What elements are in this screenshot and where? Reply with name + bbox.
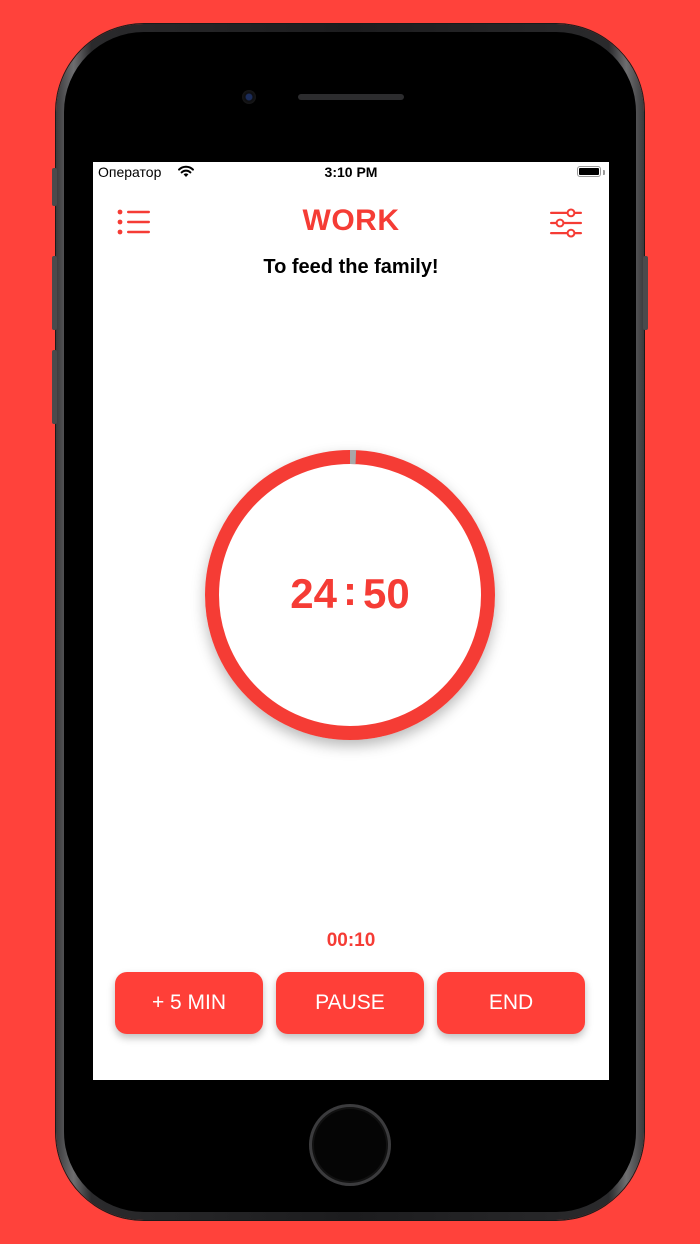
mode-title: WORK <box>302 204 400 237</box>
volume-up-button <box>52 256 57 330</box>
app-screen: Оператор 3:10 PM WORK To feed the family… <box>93 162 609 1080</box>
power-button <box>643 256 648 330</box>
elapsed-time: 00:10 <box>326 930 376 951</box>
task-subtitle: To feed the family! <box>263 256 439 278</box>
sliders-icon[interactable] <box>549 208 583 238</box>
timer-seconds: 50 <box>363 570 410 617</box>
battery-level <box>579 168 599 175</box>
volume-down-button <box>52 350 57 424</box>
home-button[interactable] <box>309 1104 391 1186</box>
status-bar: Оператор 3:10 PM <box>93 162 609 182</box>
timer-display: 24:50 <box>205 567 495 618</box>
add-five-min-button[interactable]: + 5 MIN <box>115 972 263 1034</box>
mute-switch <box>52 168 57 206</box>
front-camera <box>242 90 256 104</box>
battery-tip <box>603 170 605 175</box>
status-clock: 3:10 PM <box>324 164 378 180</box>
end-button[interactable]: END <box>437 972 585 1034</box>
timer-minutes: 24 <box>290 570 337 617</box>
timer-circle[interactable]: 24:50 <box>205 450 495 740</box>
timer-separator: : <box>343 567 357 614</box>
earpiece-speaker <box>298 94 404 100</box>
pause-button[interactable]: PAUSE <box>276 972 424 1034</box>
battery-icon <box>577 166 601 177</box>
